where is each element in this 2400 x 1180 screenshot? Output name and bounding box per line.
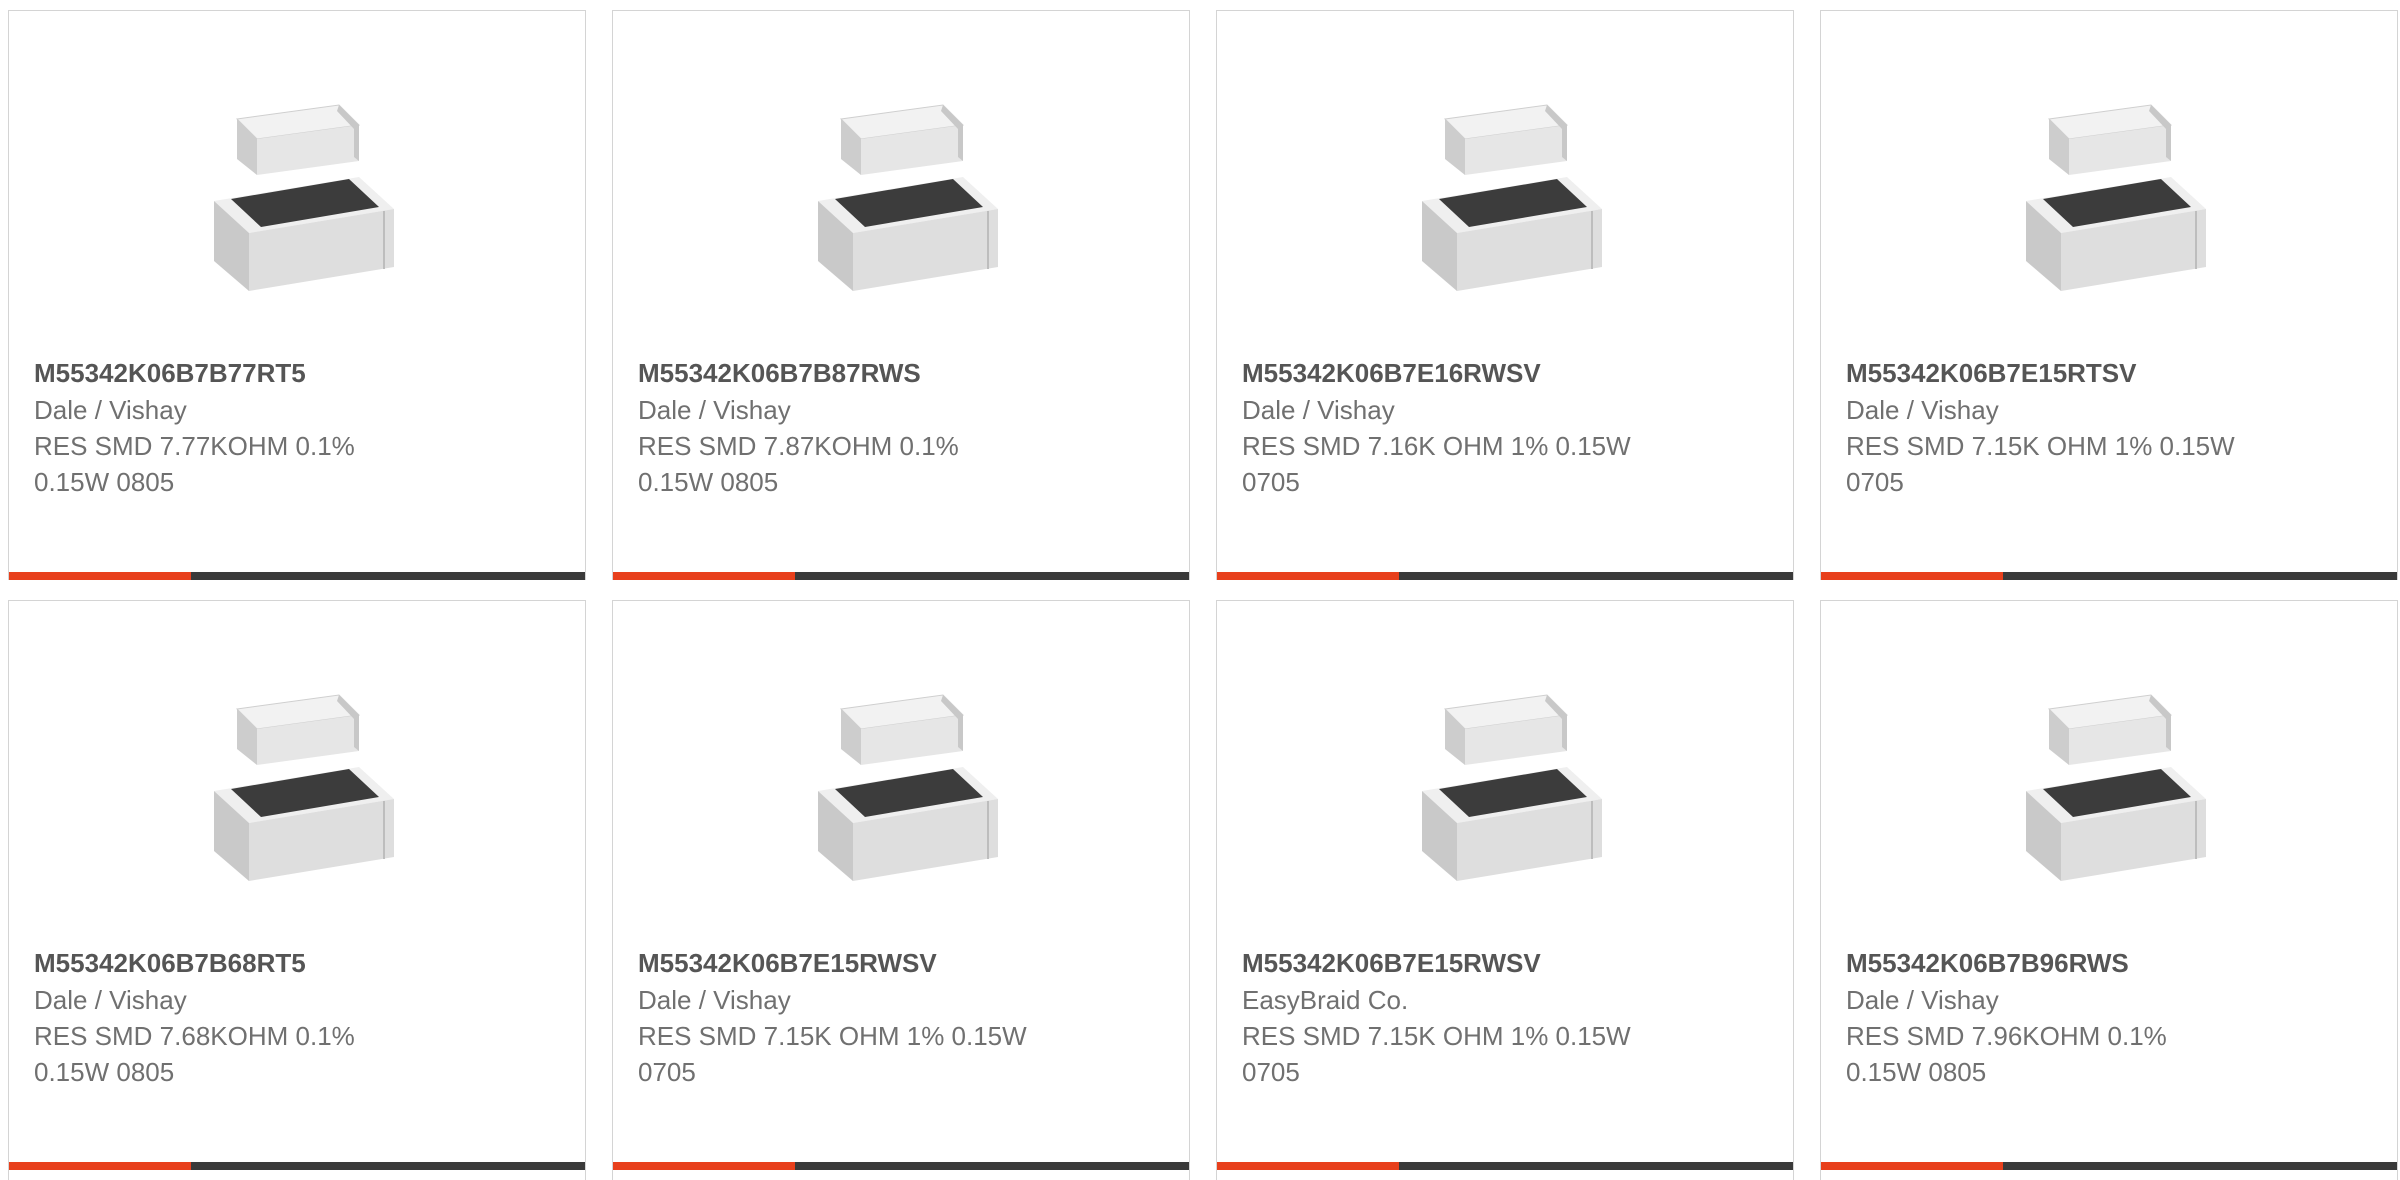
card-accent-bar bbox=[9, 572, 585, 580]
card-accent-bar bbox=[1217, 1162, 1793, 1170]
product-description: RES SMD 7.16K OHM 1% 0.15W 0705 bbox=[1242, 431, 1631, 497]
card-accent-segment bbox=[613, 572, 795, 580]
card-accent-bar bbox=[9, 1162, 585, 1170]
part-number-link[interactable]: M55342K06B7E16RWSV bbox=[1242, 356, 1783, 390]
part-number-link[interactable]: M55342K06B7B96RWS bbox=[1846, 946, 2387, 980]
product-description: RES SMD 7.68KOHM 0.1% 0.15W 0805 bbox=[34, 1021, 355, 1087]
card-accent-bar bbox=[1217, 572, 1793, 580]
card-accent-segment bbox=[1821, 572, 2003, 580]
card-accent-bar bbox=[613, 1162, 1189, 1170]
product-description: RES SMD 7.15K OHM 1% 0.15W 0705 bbox=[638, 1021, 1027, 1087]
product-card-5[interactable]: M55342K06B7B68RT5 Dale / Vishay RES SMD … bbox=[8, 600, 586, 1180]
smd-resistor-image bbox=[1422, 104, 1602, 291]
card-accent-bar bbox=[1821, 1162, 2397, 1170]
manufacturer-name: Dale / Vishay bbox=[34, 395, 187, 425]
part-number-link[interactable]: M55342K06B7B68RT5 bbox=[34, 946, 575, 980]
product-card-4[interactable]: M55342K06B7E15RTSV Dale / Vishay RES SMD… bbox=[1820, 10, 2398, 580]
card-accent-segment bbox=[1217, 1162, 1399, 1170]
manufacturer-name: Dale / Vishay bbox=[1242, 395, 1395, 425]
product-card-6[interactable]: M55342K06B7E15RWSV Dale / Vishay RES SMD… bbox=[612, 600, 1190, 1180]
part-number-link[interactable]: M55342K06B7B77RT5 bbox=[34, 356, 575, 390]
manufacturer-name: EasyBraid Co. bbox=[1242, 985, 1409, 1015]
smd-resistor-image bbox=[1422, 694, 1602, 881]
product-image[interactable] bbox=[1417, 91, 1607, 296]
part-number-link[interactable]: M55342K06B7B87RWS bbox=[638, 356, 1179, 390]
manufacturer-name: Dale / Vishay bbox=[1846, 395, 1999, 425]
product-description: RES SMD 7.77KOHM 0.1% 0.15W 0805 bbox=[34, 431, 355, 497]
product-image[interactable] bbox=[209, 681, 399, 886]
manufacturer-name: Dale / Vishay bbox=[34, 985, 187, 1015]
card-accent-segment bbox=[9, 1162, 191, 1170]
product-image[interactable] bbox=[813, 91, 1003, 296]
manufacturer-name: Dale / Vishay bbox=[638, 985, 791, 1015]
smd-resistor-image bbox=[214, 104, 394, 291]
product-card-8[interactable]: M55342K06B7B96RWS Dale / Vishay RES SMD … bbox=[1820, 600, 2398, 1180]
part-number-link[interactable]: M55342K06B7E15RTSV bbox=[1846, 356, 2387, 390]
smd-resistor-image bbox=[214, 694, 394, 881]
card-accent-bar bbox=[1821, 572, 2397, 580]
product-image[interactable] bbox=[209, 91, 399, 296]
product-description: RES SMD 7.15K OHM 1% 0.15W 0705 bbox=[1242, 1021, 1631, 1087]
product-image[interactable] bbox=[1417, 681, 1607, 886]
product-grid: M55342K06B7B77RT5 Dale / Vishay RES SMD … bbox=[0, 0, 2400, 1180]
product-card-3[interactable]: M55342K06B7E16RWSV Dale / Vishay RES SMD… bbox=[1216, 10, 1794, 580]
smd-resistor-image bbox=[2026, 104, 2206, 291]
product-card-2[interactable]: M55342K06B7B87RWS Dale / Vishay RES SMD … bbox=[612, 10, 1190, 580]
smd-resistor-image bbox=[818, 694, 998, 881]
part-number-link[interactable]: M55342K06B7E15RWSV bbox=[638, 946, 1179, 980]
product-description: RES SMD 7.87KOHM 0.1% 0.15W 0805 bbox=[638, 431, 959, 497]
card-accent-segment bbox=[613, 1162, 795, 1170]
manufacturer-name: Dale / Vishay bbox=[1846, 985, 1999, 1015]
product-card-7[interactable]: M55342K06B7E15RWSV EasyBraid Co. RES SMD… bbox=[1216, 600, 1794, 1180]
card-accent-segment bbox=[1217, 572, 1399, 580]
smd-resistor-image bbox=[818, 104, 998, 291]
product-image[interactable] bbox=[813, 681, 1003, 886]
card-accent-bar bbox=[613, 572, 1189, 580]
card-accent-segment bbox=[1821, 1162, 2003, 1170]
product-image[interactable] bbox=[2021, 681, 2211, 886]
part-number-link[interactable]: M55342K06B7E15RWSV bbox=[1242, 946, 1783, 980]
smd-resistor-image bbox=[2026, 694, 2206, 881]
product-description: RES SMD 7.15K OHM 1% 0.15W 0705 bbox=[1846, 431, 2235, 497]
product-description: RES SMD 7.96KOHM 0.1% 0.15W 0805 bbox=[1846, 1021, 2167, 1087]
product-image[interactable] bbox=[2021, 91, 2211, 296]
manufacturer-name: Dale / Vishay bbox=[638, 395, 791, 425]
product-card-1[interactable]: M55342K06B7B77RT5 Dale / Vishay RES SMD … bbox=[8, 10, 586, 580]
card-accent-segment bbox=[9, 572, 191, 580]
